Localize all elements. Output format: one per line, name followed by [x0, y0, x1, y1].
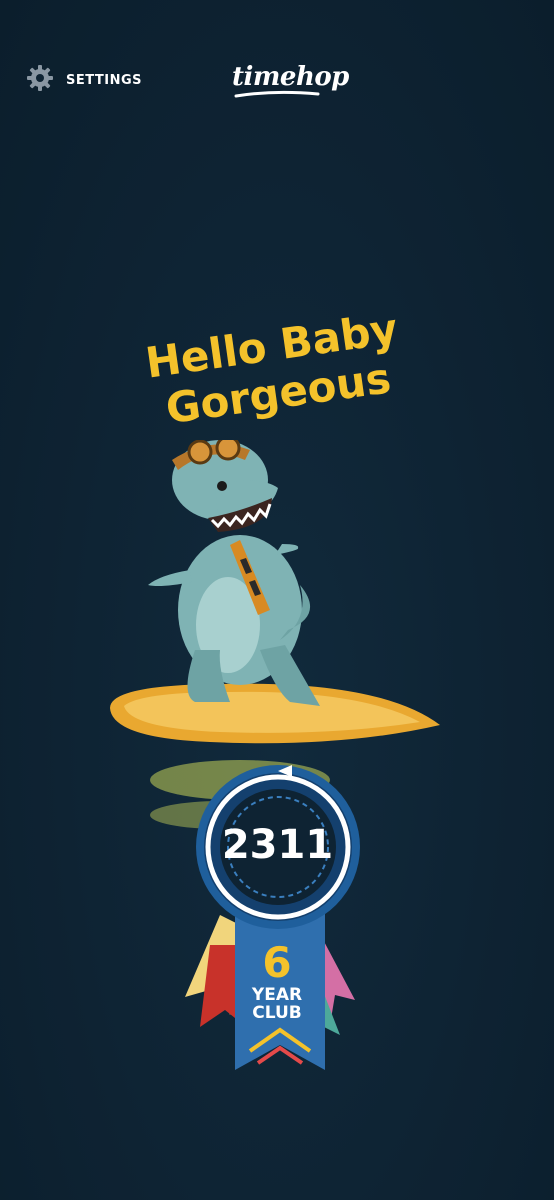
streak-badge	[185, 765, 360, 1070]
club-club-label: CLUB	[252, 1003, 302, 1023]
logo-swoosh-icon	[234, 90, 320, 98]
greeting-title: Hello Baby Gorgeous	[115, 301, 435, 439]
settings-button[interactable]: SETTINGS	[26, 64, 142, 96]
club-year-label: YEAR	[251, 985, 303, 1005]
gear-icon	[26, 64, 54, 96]
streak-count: 2311	[221, 822, 334, 868]
settings-label: SETTINGS	[66, 72, 143, 88]
home-screen: SETTINGS timehop Hello Baby Gorgeous 231…	[0, 0, 554, 1200]
club-years-number: 6	[262, 938, 292, 987]
